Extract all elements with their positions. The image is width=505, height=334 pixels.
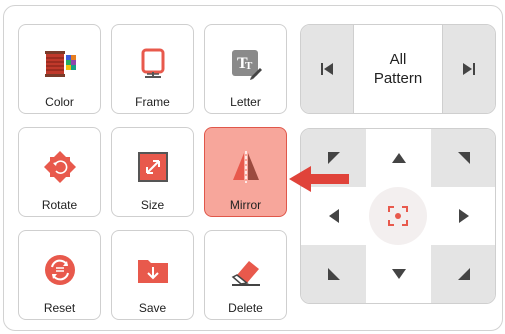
move-up-button[interactable] [366, 129, 431, 187]
arrow-down-icon [391, 269, 406, 279]
arrow-up-right-icon [457, 152, 470, 164]
text-edit-icon: T T [231, 50, 262, 80]
mirror-button[interactable]: Mirror [204, 127, 287, 217]
position-pad [300, 128, 496, 304]
color-label: Color [45, 95, 74, 109]
center-focus-icon [388, 206, 408, 226]
skip-next-icon [463, 63, 475, 75]
save-button[interactable]: Save [111, 230, 194, 320]
thread-spools-icon [44, 51, 76, 77]
move-down-button[interactable] [366, 245, 431, 303]
letter-label: Letter [230, 95, 261, 109]
color-button[interactable]: Color [18, 24, 101, 114]
rotate-label: Rotate [41, 198, 78, 212]
mirror-flip-icon [232, 151, 259, 183]
save-folder-icon [137, 260, 168, 283]
delete-button[interactable]: Delete [204, 230, 287, 320]
arrow-down-right-icon [457, 268, 470, 280]
move-down-left-button[interactable] [301, 245, 366, 303]
pattern-navigator: All Pattern [300, 24, 496, 114]
resize-icon [137, 152, 168, 182]
rotate-button[interactable]: Rotate [18, 127, 101, 217]
save-label: Save [138, 301, 167, 315]
pattern-category-title: All Pattern [373, 51, 423, 87]
next-pattern-button[interactable] [442, 25, 495, 113]
arrow-right-icon [458, 209, 469, 223]
reset-button[interactable]: Reset [18, 230, 101, 320]
move-right-button[interactable] [431, 187, 495, 245]
letter-button[interactable]: T T Letter [204, 24, 287, 114]
previous-pattern-button[interactable] [301, 25, 354, 113]
arrow-left-icon [328, 209, 339, 223]
skip-previous-icon [321, 63, 333, 75]
move-down-right-button[interactable] [431, 245, 495, 303]
size-label: Size [140, 198, 165, 212]
reset-icon [44, 255, 75, 285]
arrow-up-icon [391, 153, 406, 163]
center-button[interactable] [369, 187, 427, 245]
mirror-label: Mirror [229, 198, 262, 212]
svg-text:T: T [245, 60, 253, 72]
rotate-icon [43, 151, 76, 183]
eraser-icon [231, 261, 260, 286]
pointer-arrow-icon [289, 166, 349, 192]
frame-button[interactable]: Frame [111, 24, 194, 114]
arrow-up-left-icon [327, 152, 340, 164]
frame-label: Frame [135, 95, 170, 109]
move-up-right-button[interactable] [431, 129, 495, 187]
move-left-button[interactable] [301, 187, 366, 245]
hoop-frame-icon [141, 48, 164, 78]
arrow-down-left-icon [327, 268, 340, 280]
reset-label: Reset [43, 301, 76, 315]
size-button[interactable]: Size [111, 127, 194, 217]
delete-label: Delete [228, 301, 263, 315]
